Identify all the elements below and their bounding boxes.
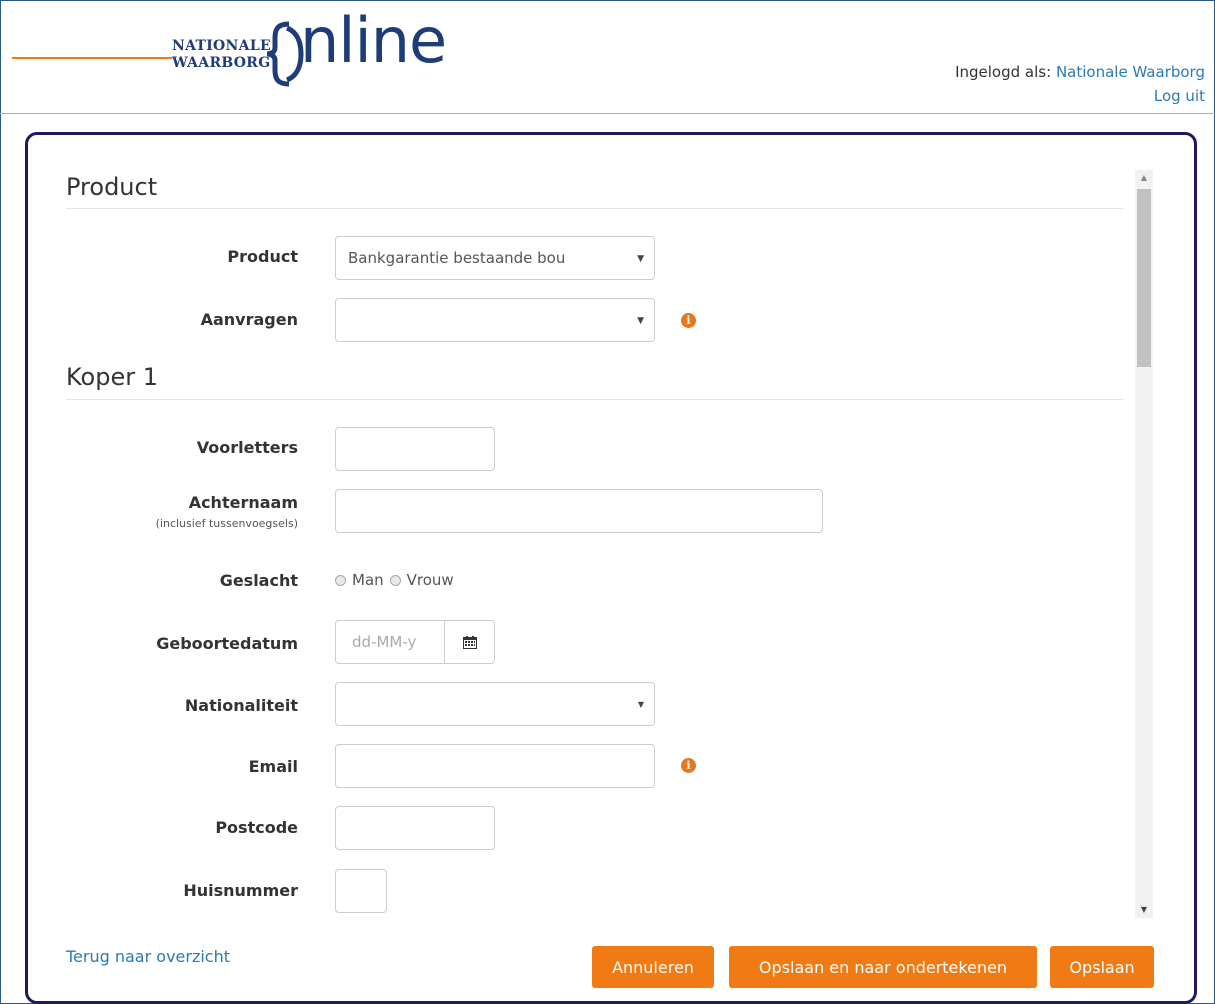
- aanvragen-label: Aanvragen: [200, 310, 298, 329]
- geboortedatum-label: Geboortedatum: [156, 634, 298, 653]
- geslacht-label: Geslacht: [219, 571, 298, 590]
- logged-in-label: Ingelogd als:: [955, 63, 1052, 81]
- radio-man-label[interactable]: Man: [352, 571, 384, 589]
- voorletters-label: Voorletters: [196, 438, 298, 457]
- email-label: Email: [248, 757, 298, 776]
- nationaliteit-select[interactable]: ▼: [335, 682, 655, 726]
- header: NATIONALE WAARBORG nline Ingelogd als: N…: [0, 0, 1215, 114]
- achternaam-label: Achternaam: [188, 493, 298, 512]
- huisnummer-label: Huisnummer: [183, 881, 298, 900]
- logo-line1: NATIONALE: [172, 38, 271, 54]
- product-select[interactable]: Bankgarantie bestaande bou ▼: [335, 236, 655, 280]
- nationaliteit-label: Nationaliteit: [184, 696, 298, 715]
- back-to-overview-link[interactable]: Terug naar overzicht: [66, 947, 230, 966]
- huisnummer-input[interactable]: [335, 869, 387, 913]
- product-label: Product: [227, 247, 298, 266]
- chevron-down-icon: ▼: [637, 700, 644, 709]
- logo-brace-icon: [266, 21, 304, 87]
- save-and-sign-button[interactable]: Opslaan en naar ondertekenen: [729, 946, 1037, 988]
- postcode-input[interactable]: [335, 806, 495, 850]
- logo-accent-line: [12, 57, 172, 59]
- logo-online-text: nline: [300, 4, 447, 77]
- form-scroll-area[interactable]: Product Product Bankgarantie bestaande b…: [66, 165, 1126, 925]
- scroll-up-icon[interactable]: ▲: [1135, 170, 1153, 186]
- radio-vrouw-label[interactable]: Vrouw: [407, 571, 454, 589]
- section-title-product: Product: [66, 173, 158, 201]
- form-scrollbar[interactable]: ▲ ▼: [1135, 170, 1153, 918]
- info-icon[interactable]: i: [681, 758, 696, 773]
- info-icon[interactable]: i: [681, 313, 696, 328]
- scroll-thumb[interactable]: [1137, 189, 1151, 367]
- geslacht-radio-group: Man Vrouw: [335, 571, 454, 589]
- user-info: Ingelogd als: Nationale Waarborg Log uit: [955, 60, 1205, 108]
- form-panel: Product Product Bankgarantie bestaande b…: [25, 132, 1197, 1004]
- cancel-button[interactable]: Annuleren: [592, 946, 714, 988]
- logo-line2: WAARBORG: [172, 55, 271, 71]
- section-divider: [66, 208, 1124, 209]
- logout-link[interactable]: Log uit: [1154, 87, 1205, 105]
- chevron-down-icon: ▼: [637, 316, 644, 326]
- email-input[interactable]: [335, 744, 655, 788]
- save-button[interactable]: Opslaan: [1050, 946, 1154, 988]
- user-name-link[interactable]: Nationale Waarborg: [1056, 63, 1205, 81]
- postcode-label: Postcode: [215, 818, 298, 837]
- geboortedatum-input[interactable]: dd-MM-y: [335, 620, 445, 664]
- section-divider: [66, 399, 1124, 400]
- header-divider: [0, 113, 1215, 114]
- product-select-value: Bankgarantie bestaande bou: [348, 249, 566, 267]
- aanvragen-select[interactable]: ▼: [335, 298, 655, 342]
- radio-vrouw[interactable]: [389, 574, 401, 586]
- calendar-button[interactable]: [445, 620, 495, 664]
- scroll-down-icon[interactable]: ▼: [1135, 902, 1153, 918]
- chevron-down-icon: ▼: [637, 254, 644, 264]
- geboortedatum-group: dd-MM-y: [335, 620, 495, 664]
- achternaam-sublabel: (inclusief tussenvoegsels): [155, 517, 298, 530]
- section-title-koper: Koper 1: [66, 363, 158, 391]
- achternaam-input[interactable]: [335, 489, 823, 533]
- radio-man[interactable]: [335, 574, 346, 586]
- logo-wordmark: NATIONALE WAARBORG: [172, 38, 271, 72]
- calendar-icon: [462, 635, 477, 649]
- voorletters-input[interactable]: [335, 427, 495, 471]
